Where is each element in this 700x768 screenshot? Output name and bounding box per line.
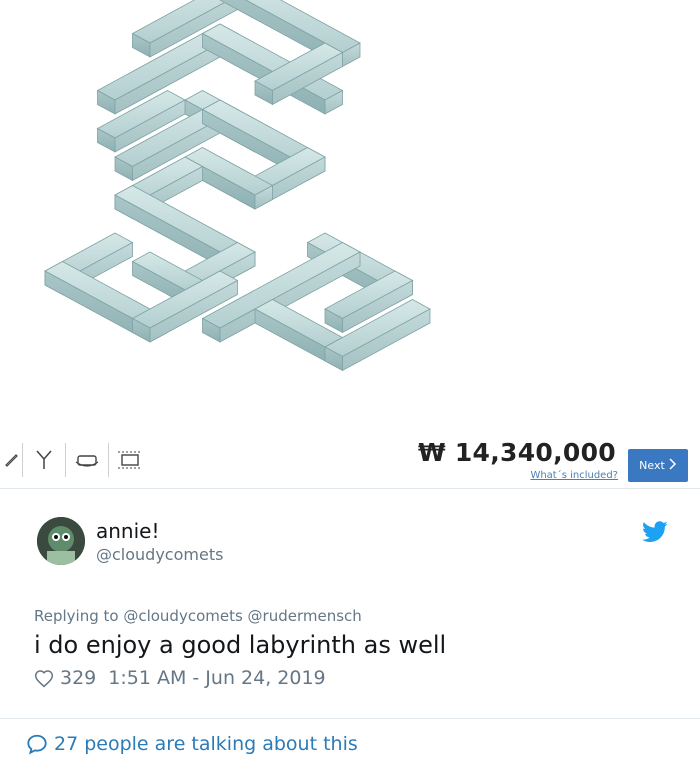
price-label: ₩ 14,340,000 <box>417 438 616 467</box>
avatar[interactable] <box>37 517 85 565</box>
heart-icon[interactable] <box>34 669 54 688</box>
replying-to[interactable]: Replying to @cloudycomets @rudermensch <box>34 607 362 625</box>
tweet-card: annie! @cloudycomets Replying to @cloudy… <box>0 489 700 767</box>
dimensions-icon[interactable] <box>109 443 151 477</box>
ruler-icon[interactable] <box>0 443 23 477</box>
tweet-meta: 329 1:51 AM - Jun 24, 2019 <box>34 667 326 689</box>
next-button[interactable]: Next <box>628 449 688 482</box>
chevron-right-icon <box>669 458 677 473</box>
talking-count: 27 people are talking about this <box>54 732 358 755</box>
sofa-rotate-icon[interactable] <box>66 443 109 477</box>
tweet-timestamp[interactable]: 1:51 AM - Jun 24, 2019 <box>108 667 325 689</box>
sofa-labyrinth-image <box>44 0 431 372</box>
conversation-link[interactable]: 27 people are talking about this <box>0 718 700 768</box>
user-handle[interactable]: @cloudycomets <box>96 545 223 564</box>
fork-icon[interactable] <box>23 443 66 477</box>
whats-included-link[interactable]: What´s included? <box>530 470 618 481</box>
next-button-label: Next <box>639 459 665 472</box>
product-panel: ₩ 14,340,000 What´s included? Next <box>0 0 700 489</box>
like-count: 329 <box>60 667 97 689</box>
display-name[interactable]: annie! <box>96 519 160 543</box>
twitter-bird-icon[interactable] <box>642 521 668 547</box>
speech-bubble-icon <box>26 733 48 755</box>
tweet-text: i do enjoy a good labyrinth as well <box>34 631 447 659</box>
product-toolbar <box>0 440 151 480</box>
